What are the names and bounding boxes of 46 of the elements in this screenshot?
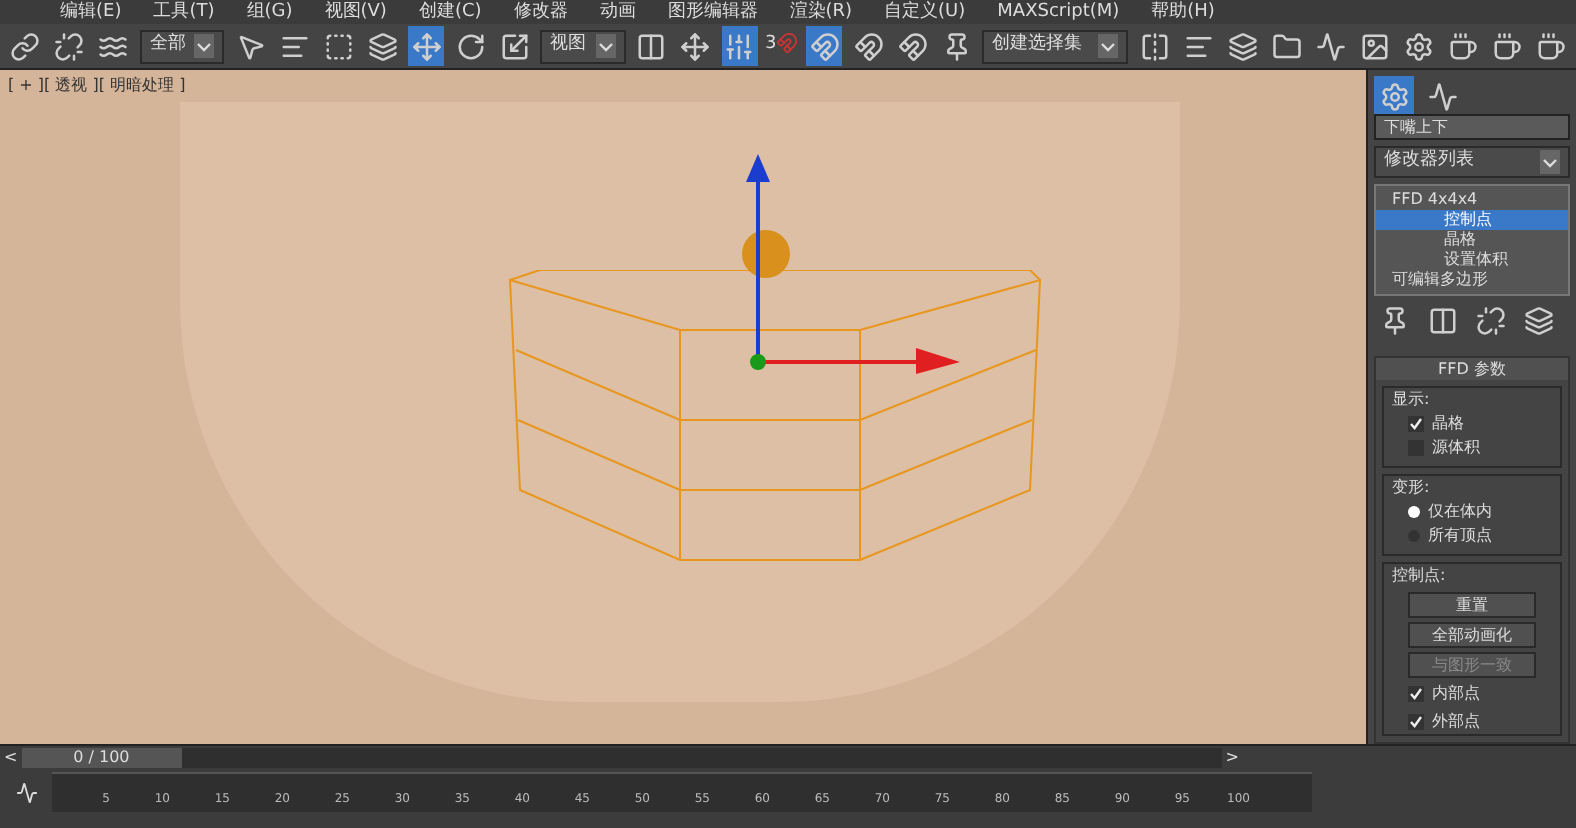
named-selection-field[interactable]: 创建选择集 xyxy=(982,29,1129,63)
next-frame-button[interactable]: > xyxy=(1221,746,1243,770)
reference-coordinate-dropdown[interactable]: 视图 xyxy=(540,29,626,63)
group-title: 变形: xyxy=(1392,475,1432,499)
snap-toggle[interactable]: 3 xyxy=(765,32,799,60)
modifier-stack[interactable]: FFD 4x4x4 控制点 晶格 设置体积 可编辑多边形 xyxy=(1374,183,1570,295)
checkbox-label: 内部点 xyxy=(1432,681,1480,705)
menu-item[interactable]: 渲染(R) xyxy=(789,1,853,23)
menu-item[interactable]: 组(G) xyxy=(246,1,293,23)
checkbox[interactable] xyxy=(1408,685,1424,701)
menu-item[interactable]: 视图(V) xyxy=(324,1,387,23)
checkbox[interactable] xyxy=(1408,713,1424,729)
panel-button[interactable]: 全部动画化 xyxy=(1408,621,1536,647)
stack-item[interactable]: 可编辑多边形 xyxy=(1376,269,1568,289)
stack-item[interactable]: 设置体积 xyxy=(1376,249,1568,269)
object-name-field[interactable]: 下嘴上下 xyxy=(1374,114,1570,140)
stack-item[interactable]: FFD 4x4x4 xyxy=(1376,189,1568,209)
checkbox-label: 外部点 xyxy=(1432,709,1480,733)
selection-filter-dropdown[interactable]: 全部 xyxy=(139,29,225,63)
checkbox-label: 晶格 xyxy=(1432,411,1464,435)
menu-item[interactable]: 帮助(H) xyxy=(1151,1,1215,23)
stack-item[interactable]: 晶格 xyxy=(1376,229,1568,249)
menu-item[interactable]: 动画 xyxy=(599,1,636,23)
radio-button[interactable] xyxy=(1408,505,1420,517)
group-title: 显示: xyxy=(1392,387,1432,411)
menu-item[interactable]: 创建(C) xyxy=(418,1,482,23)
menu-item[interactable]: 自定义(U) xyxy=(884,1,966,23)
viewport[interactable]: [ + ][ 透视 ][ 明暗处理 ] xyxy=(0,70,1366,744)
group-title: 控制点: xyxy=(1392,563,1448,587)
rollout-title[interactable]: FFD 参数 xyxy=(1376,357,1568,379)
checkbox-label: 源体积 xyxy=(1432,435,1480,459)
viewport-label[interactable]: [ + ][ 透视 ][ 明暗处理 ] xyxy=(8,74,186,98)
menu-item[interactable]: 图形编辑器 xyxy=(667,1,758,23)
stack-item[interactable]: 控制点 xyxy=(1376,209,1568,229)
radio-label: 仅在体内 xyxy=(1428,499,1492,523)
checkbox[interactable] xyxy=(1408,415,1424,431)
menu-item[interactable]: 编辑(E) xyxy=(60,1,122,23)
menu-item[interactable]: 工具(T) xyxy=(153,1,215,23)
menu-item[interactable]: MAXScript(M) xyxy=(997,1,1120,23)
time-slider-thumb[interactable]: 0 / 100 xyxy=(21,748,182,768)
menu-item[interactable]: 修改器 xyxy=(513,1,568,23)
radio-label: 所有顶点 xyxy=(1428,523,1492,547)
previous-frame-button[interactable]: < xyxy=(0,746,22,770)
modifier-list-dropdown[interactable]: 修改器列表 xyxy=(1374,146,1570,177)
move-icon[interactable] xyxy=(408,26,445,66)
panel-button[interactable]: 重置 xyxy=(1408,591,1536,617)
